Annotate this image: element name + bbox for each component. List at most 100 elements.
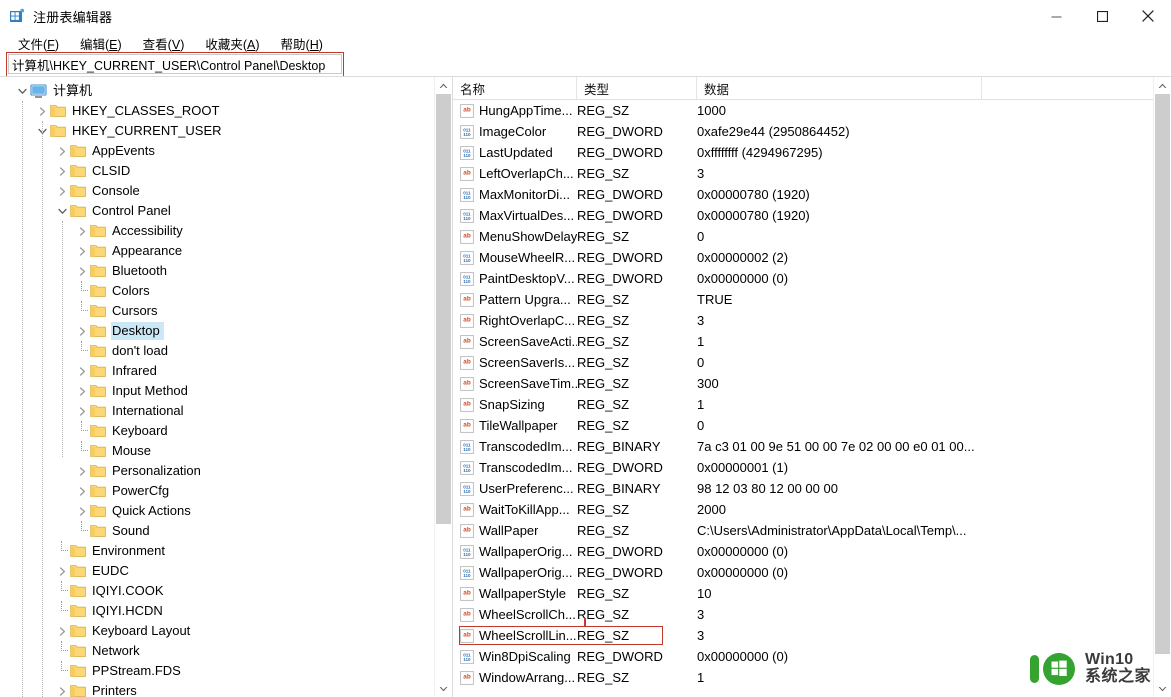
tree-item-mouse[interactable]: Mouse (0, 441, 435, 461)
registry-value-row[interactable]: ab SnapSizing REG_SZ 1 (453, 394, 1154, 415)
tree-item-international[interactable]: International (0, 401, 435, 421)
list-scroll-up-button[interactable] (1154, 77, 1171, 94)
menu-edit[interactable]: 编辑(E) (72, 32, 130, 55)
chevron-right-icon[interactable] (54, 181, 70, 201)
chevron-right-icon[interactable] (54, 561, 70, 581)
list-scroll-track[interactable] (1154, 94, 1171, 680)
registry-value-row[interactable]: ab ScreenSaveTim... REG_SZ 300 (453, 373, 1154, 394)
tree-item-iqiyi-cook[interactable]: IQIYI.COOK (0, 581, 435, 601)
tree-item-input-method[interactable]: Input Method (0, 381, 435, 401)
chevron-right-icon[interactable] (74, 261, 90, 281)
tree-scroll-thumb[interactable] (436, 94, 451, 524)
column-header-name[interactable]: 名称 (453, 77, 577, 99)
chevron-right-icon[interactable] (74, 381, 90, 401)
registry-value-row[interactable]: 011 110 UserPreferenc... REG_BINARY 98 12 03… (453, 478, 1154, 499)
chevron-right-icon[interactable] (54, 621, 70, 641)
chevron-right-icon[interactable] (74, 321, 90, 341)
column-header-data[interactable]: 数据 (697, 77, 982, 99)
maximize-button[interactable] (1079, 0, 1125, 32)
chevron-right-icon[interactable] (74, 401, 90, 421)
tree-scroll-down-button[interactable] (435, 680, 452, 697)
registry-value-row[interactable]: ab HungAppTime... REG_SZ 1000 (453, 100, 1154, 121)
tree-item-ppstream-fds[interactable]: PPStream.FDS (0, 661, 435, 681)
address-input[interactable]: 计算机\HKEY_CURRENT_USER\Control Panel\Desk… (8, 54, 342, 74)
tree-item-infrared[interactable]: Infrared (0, 361, 435, 381)
registry-value-row[interactable]: 011 110 MouseWheelR... REG_DWORD 0x00000002 … (453, 247, 1154, 268)
tree-item-keyboard[interactable]: Keyboard (0, 421, 435, 441)
column-header-type[interactable]: 类型 (577, 77, 697, 99)
registry-value-row[interactable]: ab WheelScrollCh... REG_SZ 3 (453, 604, 1154, 625)
tree-item-accessibility[interactable]: Accessibility (0, 221, 435, 241)
tree-item-appearance[interactable]: Appearance (0, 241, 435, 261)
chevron-down-icon[interactable] (14, 81, 30, 101)
registry-value-row[interactable]: ab WallpaperStyle REG_SZ 10 (453, 583, 1154, 604)
registry-value-row[interactable]: ab RightOverlapC... REG_SZ 3 (453, 310, 1154, 331)
tree-item-hkey-current-user[interactable]: HKEY_CURRENT_USER (0, 121, 435, 141)
list-vertical-scrollbar[interactable] (1153, 77, 1171, 697)
tree-item-printers[interactable]: Printers (0, 681, 435, 697)
registry-value-row[interactable]: ab WaitToKillApp... REG_SZ 2000 (453, 499, 1154, 520)
registry-value-row[interactable]: ab MenuShowDelay REG_SZ 0 (453, 226, 1154, 247)
menu-help[interactable]: 帮助(H) (273, 32, 331, 55)
tree-item-keyboard-layout[interactable]: Keyboard Layout (0, 621, 435, 641)
tree-item-environment[interactable]: Environment (0, 541, 435, 561)
registry-value-row[interactable]: ab TileWallpaper REG_SZ 0 (453, 415, 1154, 436)
chevron-right-icon[interactable] (54, 681, 70, 697)
menu-file[interactable]: 文件(F) (10, 32, 67, 55)
chevron-down-icon[interactable] (54, 201, 70, 221)
tree-item-hkey-classes-root[interactable]: HKEY_CLASSES_ROOT (0, 101, 435, 121)
registry-value-row[interactable]: 011 110 Win8DpiScaling REG_DWORD 0x00000000 … (453, 646, 1154, 667)
registry-value-row[interactable]: 011 110 MaxVirtualDes... REG_DWORD 0x0000078… (453, 205, 1154, 226)
registry-value-row[interactable]: 011 110 MaxMonitorDi... REG_DWORD 0x00000780… (453, 184, 1154, 205)
registry-value-row[interactable]: 011 110 TranscodedIm... REG_DWORD 0x00000001… (453, 457, 1154, 478)
registry-value-row[interactable]: ab WallPaper REG_SZ C:\Users\Administrator\… (453, 520, 1154, 541)
close-button[interactable] (1125, 0, 1171, 32)
chevron-right-icon[interactable] (74, 501, 90, 521)
tree-item-control-panel[interactable]: Control Panel (0, 201, 435, 221)
registry-value-row[interactable]: ab ScreenSaveActi... REG_SZ 1 (453, 331, 1154, 352)
registry-value-row[interactable]: 011 110 WallpaperOrig... REG_DWORD 0x0000000… (453, 541, 1154, 562)
tree-item-bluetooth[interactable]: Bluetooth (0, 261, 435, 281)
tree-item-powercfg[interactable]: PowerCfg (0, 481, 435, 501)
registry-value-row[interactable]: 011 110 PaintDesktopV... REG_DWORD 0x0000000… (453, 268, 1154, 289)
menu-favorites[interactable]: 收藏夹(A) (197, 32, 267, 55)
tree-item-appevents[interactable]: AppEvents (0, 141, 435, 161)
tree-item-quick-actions[interactable]: Quick Actions (0, 501, 435, 521)
tree-item-[interactable]: 计算机 (0, 81, 435, 101)
tree-item-network[interactable]: Network (0, 641, 435, 661)
list-scroll-thumb[interactable] (1155, 94, 1170, 654)
registry-value-row[interactable]: 011 110 TranscodedIm... REG_BINARY 7a c3 01 … (453, 436, 1154, 457)
tree-item-colors[interactable]: Colors (0, 281, 435, 301)
chevron-right-icon[interactable] (74, 461, 90, 481)
tree-item-iqiyi-hcdn[interactable]: IQIYI.HCDN (0, 601, 435, 621)
tree-item-don-t-load[interactable]: don't load (0, 341, 435, 361)
tree-item-console[interactable]: Console (0, 181, 435, 201)
list-scroll-down-button[interactable] (1154, 680, 1171, 697)
tree-item-cursors[interactable]: Cursors (0, 301, 435, 321)
tree-item-sound[interactable]: Sound (0, 521, 435, 541)
tree-vertical-scrollbar[interactable] (434, 77, 452, 697)
menu-view[interactable]: 查看(V) (135, 32, 193, 55)
registry-value-row[interactable]: 011 110 LastUpdated REG_DWORD 0xffffffff (42… (453, 142, 1154, 163)
tree-item-desktop[interactable]: Desktop (0, 321, 435, 341)
minimize-button[interactable] (1033, 0, 1079, 32)
registry-value-row[interactable]: ab Pattern Upgra... REG_SZ TRUE (453, 289, 1154, 310)
registry-value-row[interactable]: ab LeftOverlapCh... REG_SZ 3 (453, 163, 1154, 184)
tree-item-clsid[interactable]: CLSID (0, 161, 435, 181)
tree-item-personalization[interactable]: Personalization (0, 461, 435, 481)
chevron-right-icon[interactable] (74, 481, 90, 501)
chevron-right-icon[interactable] (54, 161, 70, 181)
registry-value-row[interactable]: ab WheelScrollLin... REG_SZ 3 (453, 625, 1154, 646)
tree-scroll-up-button[interactable] (435, 77, 452, 94)
registry-value-row[interactable]: 011 110 ImageColor REG_DWORD 0xafe29e44 (295… (453, 121, 1154, 142)
registry-value-row[interactable]: ab WindowArrang... REG_SZ 1 (453, 667, 1154, 688)
chevron-right-icon[interactable] (74, 221, 90, 241)
registry-value-row[interactable]: 011 110 WallpaperOrig... REG_DWORD 0x0000000… (453, 562, 1154, 583)
tree-scroll-track[interactable] (435, 94, 452, 680)
chevron-right-icon[interactable] (74, 241, 90, 261)
chevron-right-icon[interactable] (34, 101, 50, 121)
tree-item-eudc[interactable]: EUDC (0, 561, 435, 581)
chevron-right-icon[interactable] (74, 361, 90, 381)
chevron-right-icon[interactable] (54, 141, 70, 161)
registry-value-row[interactable]: ab ScreenSaverIs... REG_SZ 0 (453, 352, 1154, 373)
